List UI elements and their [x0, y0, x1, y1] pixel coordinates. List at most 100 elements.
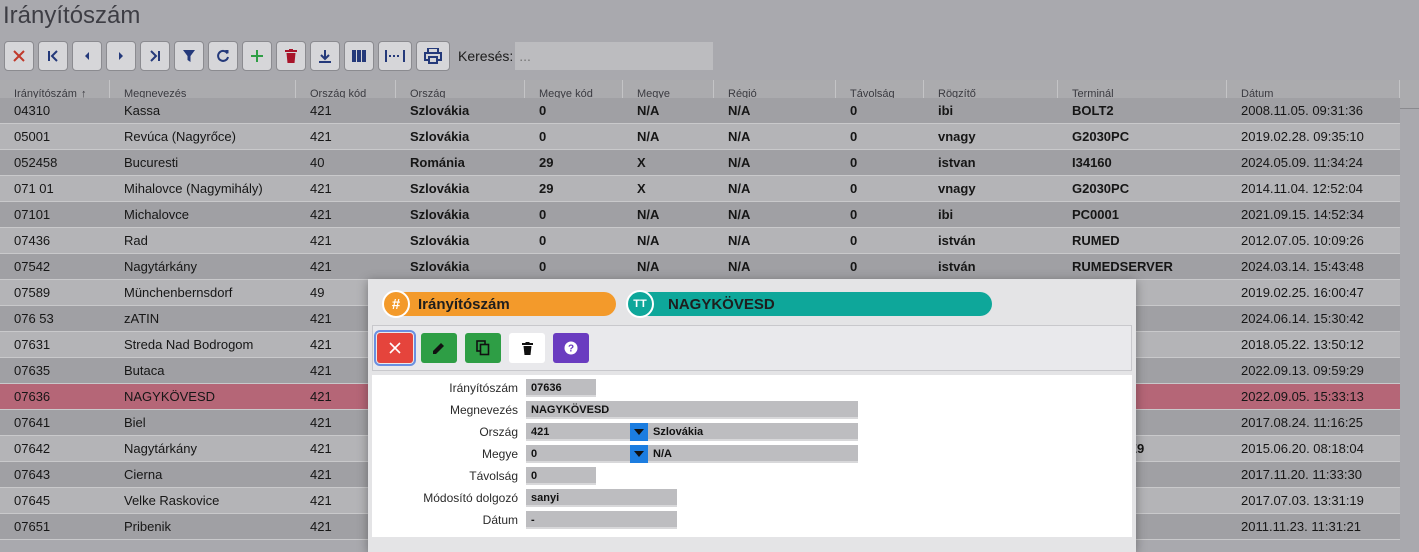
form-row-modosito: Módosító dolgozó sanyi	[372, 489, 1132, 509]
form-row-orszag: Ország 421 Szlovákia	[372, 423, 1132, 443]
dialog-copy-button[interactable]	[465, 333, 501, 363]
cell-date: 2022.09.05. 15:33:13	[1241, 389, 1364, 404]
dialog-close-button[interactable]	[374, 330, 416, 366]
table-row[interactable]: 05001 Revúca (Nagyrőce) 421 Szlovákia 0 N/A N/…	[0, 124, 1400, 150]
cell-date: 2022.09.13. 09:59:29	[1241, 363, 1364, 378]
cell-region: N/A	[728, 155, 751, 170]
add-button[interactable]	[242, 41, 272, 71]
cell-date: 2018.05.22. 13:50:12	[1241, 337, 1364, 352]
cell-name: Nagytárkány	[124, 441, 197, 456]
name-field[interactable]: NAGYKÖVESD	[526, 401, 858, 419]
columns-button[interactable]	[344, 41, 374, 71]
country-dropdown-button[interactable]	[630, 423, 648, 441]
cell-distance: 0	[850, 103, 858, 118]
cell-region: N/A	[728, 207, 751, 222]
cell-name: NAGYKÖVESD	[124, 389, 216, 404]
cell-country: Szlovákia	[410, 103, 470, 118]
text-type-icon: TT	[626, 290, 654, 318]
cell-postcode: 07589	[14, 285, 51, 300]
main-toolbar: Keresés:	[4, 40, 714, 72]
cell-recorder: vnagy	[938, 181, 976, 196]
cell-country-code: 421	[310, 233, 332, 248]
cell-postcode: 052458	[14, 155, 58, 170]
refresh-button[interactable]	[208, 41, 238, 71]
cell-terminal: G2030PC	[1072, 129, 1130, 144]
fit-width-icon	[385, 50, 405, 62]
dialog-help-button[interactable]: ?	[553, 333, 589, 363]
cell-region: N/A	[728, 103, 751, 118]
cell-recorder: vnagy	[938, 129, 976, 144]
cell-country-code: 40	[310, 155, 325, 170]
cell-date: 2012.07.05. 10:09:26	[1241, 233, 1364, 248]
table-row[interactable]: 071 01 Mihalovce (Nagymihály) 421 Szlovákia…	[0, 176, 1400, 202]
cell-date: 2008.11.05. 09:31:36	[1241, 103, 1363, 118]
county-dropdown-button[interactable]	[630, 445, 648, 463]
print-button[interactable]	[416, 41, 450, 71]
download-button[interactable]	[310, 41, 340, 71]
cell-terminal: RUMED	[1072, 233, 1120, 248]
cell-name: Rad	[124, 233, 148, 248]
help-icon: ?	[564, 341, 578, 355]
previous-record-button[interactable]	[72, 41, 102, 71]
cell-terminal: RUMEDSERVER	[1072, 259, 1173, 274]
distance-field[interactable]: 0	[526, 467, 596, 485]
next-record-button[interactable]	[106, 41, 136, 71]
svg-text:?: ?	[568, 344, 574, 355]
table-row[interactable]: 04310 Kassa 421 Szlovákia 0 N/A N/A 0 ibi BOLT2 20…	[0, 98, 1400, 124]
dialog-edit-button[interactable]	[421, 333, 457, 363]
cell-country-code: 421	[310, 181, 332, 196]
cell-name: Michalovce	[124, 207, 190, 222]
download-icon	[319, 50, 331, 63]
cell-date: 2017.11.20. 11:33:30	[1241, 467, 1362, 482]
record-form: Irányítószám 07636 Megnevezés NAGYKÖVESD…	[372, 375, 1132, 537]
fit-width-button[interactable]	[378, 41, 412, 71]
table-row[interactable]: 052458 Bucuresti 40 Románia 29 X N/A 0 istvan I34…	[0, 150, 1400, 176]
cell-postcode: 04310	[14, 103, 51, 118]
last-record-button[interactable]	[140, 41, 170, 71]
table-row[interactable]: 07542 Nagytárkány 421 Szlovákia 0 N/A N/A 0 istv…	[0, 254, 1400, 280]
first-record-icon	[48, 50, 58, 62]
cell-postcode: 07631	[14, 337, 51, 352]
field-label-megye: Megye	[481, 447, 518, 461]
cell-recorder: ibi	[938, 103, 954, 118]
cell-county: N/A	[637, 129, 660, 144]
cell-name: Münchenbernsdorf	[124, 285, 233, 300]
close-button[interactable]	[4, 41, 34, 71]
cell-region: N/A	[728, 259, 751, 274]
cell-name: Streda Nad Bodrogom	[124, 337, 254, 352]
cell-region: N/A	[728, 129, 751, 144]
country-code-select[interactable]: 421	[526, 423, 630, 441]
cell-country: Szlovákia	[410, 233, 470, 248]
cell-terminal: I34160	[1072, 155, 1112, 170]
cell-name: Biel	[124, 415, 146, 430]
date-field: -	[526, 511, 677, 529]
table-row[interactable]: 07436 Rad 421 Szlovákia 0 N/A N/A 0 istván RUMED 2…	[0, 228, 1400, 254]
county-code-select[interactable]: 0	[526, 445, 630, 463]
cell-country: Szlovákia	[410, 207, 470, 222]
cell-country: Románia	[410, 155, 465, 170]
cell-country-code: 421	[310, 129, 332, 144]
delete-icon	[285, 49, 297, 63]
cell-name: Mihalovce (Nagymihály)	[124, 181, 263, 196]
field-label-modosito: Módosító dolgozó	[423, 491, 518, 505]
filter-button[interactable]	[174, 41, 204, 71]
dialog-delete-button[interactable]	[509, 333, 545, 363]
delete-button[interactable]	[276, 41, 306, 71]
cell-recorder: ibi	[938, 207, 954, 222]
cell-county-code: 0	[539, 233, 547, 248]
cell-name: Bucuresti	[124, 155, 179, 170]
cell-country: Szlovákia	[410, 181, 470, 196]
postcode-field[interactable]: 07636	[526, 379, 596, 397]
record-id-pill: # Irányítószám	[382, 290, 616, 318]
first-record-button[interactable]	[38, 41, 68, 71]
cell-date: 2017.07.03. 13:31:19	[1241, 493, 1364, 508]
form-row-datum: Dátum -	[372, 511, 1132, 531]
previous-record-icon	[85, 52, 89, 60]
table-row[interactable]: 07101 Michalovce 421 Szlovákia 0 N/A N/A 0 ibi PC…	[0, 202, 1400, 228]
refresh-icon	[217, 49, 229, 62]
cell-postcode: 076 53	[14, 311, 54, 326]
cell-name: zATIN	[124, 311, 160, 326]
cell-country-code: 421	[310, 103, 332, 118]
cell-date: 2017.08.24. 11:16:25	[1241, 415, 1363, 430]
search-input[interactable]	[515, 42, 714, 70]
